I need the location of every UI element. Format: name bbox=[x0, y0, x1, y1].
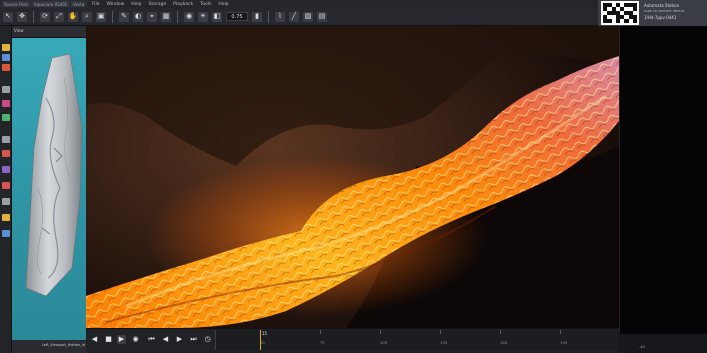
tool-transform-icon[interactable] bbox=[2, 54, 10, 61]
menu-playback[interactable]: Playback bbox=[173, 2, 193, 7]
window-tabs: Source Files Aquarium 01d01 Vesta bbox=[0, 0, 88, 8]
tool-fill-icon[interactable] bbox=[2, 214, 10, 221]
grid-icon[interactable]: ▦ bbox=[161, 11, 171, 22]
sculpt-mesh-preview bbox=[25, 53, 83, 297]
scale-icon[interactable]: ⤢ bbox=[54, 11, 64, 22]
tool-pinch-icon[interactable] bbox=[2, 150, 10, 157]
step-forward-icon[interactable]: ▶ bbox=[175, 335, 184, 344]
light-icon[interactable]: ☀ bbox=[198, 11, 208, 22]
menu-tools[interactable]: Tools bbox=[200, 2, 211, 7]
tool-inflate-icon[interactable] bbox=[2, 182, 10, 189]
clock-icon[interactable]: ◷ bbox=[203, 335, 212, 344]
tool-crease-icon[interactable] bbox=[2, 166, 10, 173]
current-frame-label: 15 bbox=[262, 331, 268, 336]
last-frame-icon[interactable]: ⏭ bbox=[189, 335, 198, 344]
pencil-icon[interactable]: ╱ bbox=[289, 11, 299, 22]
frame-icon[interactable]: ▣ bbox=[96, 11, 106, 22]
tool-sculpt-icon[interactable] bbox=[2, 86, 10, 93]
timeline-tick-label: 75 bbox=[320, 340, 325, 345]
overlay-subtitle: scan to connect device bbox=[644, 9, 685, 13]
select-icon[interactable]: ↖ bbox=[3, 11, 13, 22]
timeline-tick-label: 165 bbox=[500, 340, 508, 345]
toolbar-divider bbox=[112, 10, 113, 23]
tool-paint-icon[interactable] bbox=[2, 64, 10, 71]
tab-aquarium[interactable]: Aquarium 01d01 bbox=[31, 1, 70, 7]
menu-help[interactable]: Help bbox=[131, 2, 141, 7]
tool-layer-icon[interactable] bbox=[2, 230, 10, 237]
step-back-icon[interactable]: ◀ bbox=[161, 335, 170, 344]
trash-icon[interactable]: ▤ bbox=[317, 11, 327, 22]
overlay-code: 1/Hd-7ppv-0441 bbox=[644, 15, 677, 20]
timeline-tick-label: 135 bbox=[440, 340, 448, 345]
first-frame-icon[interactable]: ⏮ bbox=[147, 335, 156, 344]
timeline-tick-label: 195 bbox=[560, 340, 568, 345]
timeline-tick bbox=[440, 330, 441, 334]
right-panel bbox=[619, 26, 707, 334]
menu-window[interactable]: Window bbox=[107, 2, 125, 7]
left-status-text: Left_Viewport_Hidden_id bbox=[42, 343, 85, 347]
overlay-title: Automata Station bbox=[644, 3, 680, 8]
paint-icon[interactable]: ⌇ bbox=[275, 11, 285, 22]
menu-file[interactable]: File bbox=[92, 2, 100, 7]
tab-vesta[interactable]: Vesta bbox=[71, 1, 87, 7]
menu-storage[interactable]: Storage bbox=[149, 2, 167, 7]
timeline-tick bbox=[500, 330, 501, 334]
rotate-icon[interactable]: ⟳ bbox=[40, 11, 50, 22]
lock-icon[interactable]: ▮ bbox=[252, 11, 262, 22]
toolbar-divider bbox=[268, 10, 269, 23]
prev-icon[interactable]: ◀ bbox=[90, 335, 99, 344]
tab-source-files[interactable]: Source Files bbox=[2, 1, 30, 7]
timeline-tick bbox=[560, 330, 561, 334]
move-icon[interactable]: ✥ bbox=[17, 11, 27, 22]
timeline-tick-label: 105 bbox=[380, 340, 388, 345]
snap-icon[interactable]: ⌖ bbox=[147, 11, 157, 22]
image-icon[interactable]: ▨ bbox=[303, 11, 313, 22]
timeline-tick bbox=[380, 330, 381, 334]
right-panel-footer bbox=[619, 334, 707, 353]
main-viewport[interactable] bbox=[86, 26, 619, 328]
tool-flatten-icon[interactable] bbox=[2, 198, 10, 205]
tool-mask-icon[interactable] bbox=[2, 100, 10, 107]
menu-help-2[interactable]: Help bbox=[218, 2, 228, 7]
main-toolbar: ↖ ✥ ⟳ ⤢ ✋ ⌕ ▣ ✎ ◐ ⌖ ▦ ◉ ☀ ◧ 0.75 ▮ ⌇ ╱ ▨… bbox=[0, 8, 598, 26]
mask-icon[interactable]: ◧ bbox=[212, 11, 222, 22]
timeline-playhead[interactable] bbox=[260, 330, 261, 350]
menu-bar: File Window Help Storage Playback Tools … bbox=[88, 0, 598, 8]
left-viewport[interactable] bbox=[12, 38, 86, 340]
toolbar-divider bbox=[177, 10, 178, 23]
zoom-icon[interactable]: ⌕ bbox=[82, 11, 92, 22]
brush-icon[interactable]: ✎ bbox=[119, 11, 129, 22]
sculpt-icon[interactable]: ◐ bbox=[133, 11, 143, 22]
play-icon[interactable]: ▶ bbox=[117, 335, 126, 344]
toolbar-divider bbox=[33, 10, 34, 23]
camera-icon[interactable]: ◉ bbox=[184, 11, 194, 22]
tool-select-icon[interactable] bbox=[2, 44, 10, 51]
tool-smooth-icon[interactable] bbox=[2, 114, 10, 121]
zoom-field[interactable]: 0.75 bbox=[226, 12, 248, 21]
pan-icon[interactable]: ✋ bbox=[68, 11, 78, 22]
qr-code-icon bbox=[601, 1, 639, 25]
timeline-track[interactable]: 45 75 105 135 165 195 bbox=[215, 330, 619, 350]
lava-render bbox=[86, 26, 619, 328]
left-viewport-tab[interactable]: View bbox=[14, 28, 24, 33]
left-tool-column bbox=[0, 26, 12, 353]
right-readout: -40 bbox=[639, 345, 645, 349]
tool-grab-icon[interactable] bbox=[2, 136, 10, 143]
timeline-tick bbox=[320, 330, 321, 334]
loop-icon[interactable]: ◉ bbox=[131, 335, 140, 344]
stop-icon[interactable]: ■ bbox=[104, 335, 113, 344]
